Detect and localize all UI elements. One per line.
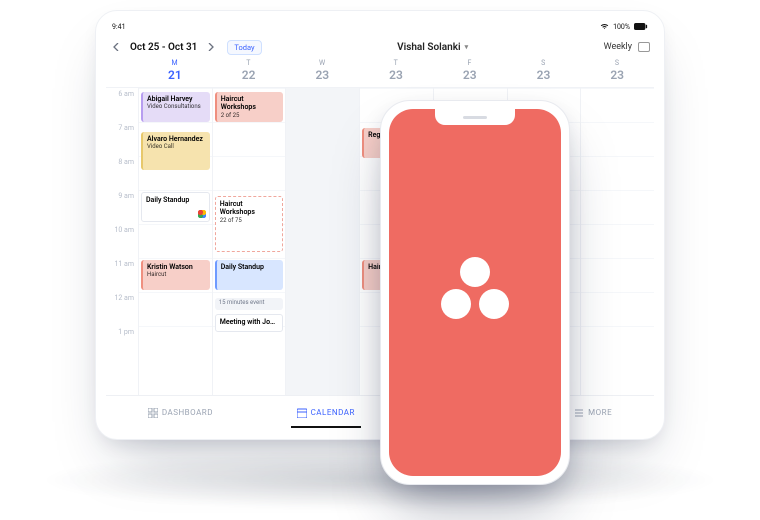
nav-more[interactable]: MORE [568,404,618,422]
event-fifteen[interactable]: 15 minutes event [215,298,284,310]
event-haircut-2[interactable]: Haircut Workshops 22 of 75 [215,196,284,252]
time-gutter: 6 am 7 am 8 am 9 am 10 am 11 am 12 am 1 … [106,88,138,395]
phone-frame [380,100,570,485]
event-kristin[interactable]: Kristin Watson Haircut [141,260,210,290]
chevron-down-icon: ▾ [465,43,469,51]
battery-icon [634,23,648,32]
event-standup-mon[interactable]: Daily Standup [141,192,210,222]
prev-week-button[interactable] [110,40,124,54]
day-header-sat[interactable]: S 23 [507,59,581,87]
statusbar-time: 9:41 [112,23,126,31]
view-mode-label[interactable]: Weekly [604,42,632,52]
tablet-statusbar: 9:41 100% [106,21,654,35]
date-range-label[interactable]: Oct 25 - Oct 31 [130,42,197,53]
event-haircut-1[interactable]: Haircut Workshops 2 of 25 [215,92,284,122]
next-week-button[interactable] [203,40,217,54]
day-headers: M 21 T 22 W 23 T 23 F 23 [106,59,654,87]
phone-notch [435,109,515,125]
day-header-sun[interactable]: S 23 [580,59,654,87]
today-button[interactable]: Today [227,40,261,55]
app-logo-icon [435,253,515,333]
nav-dashboard[interactable]: DASHBOARD [142,404,219,422]
day-column-tue[interactable]: Haircut Workshops 2 of 25 Haircut Worksh… [212,88,286,395]
event-meeting[interactable]: Meeting with Jo… [215,314,284,332]
dashboard-icon [148,408,158,418]
day-header-wed[interactable]: W 23 [285,59,359,87]
day-header-mon[interactable]: M 21 [138,59,212,87]
statusbar-battery: 100% [613,23,630,31]
user-selector[interactable]: Vishal Solanki ▾ [268,42,598,53]
day-header-thu[interactable]: T 23 [359,59,433,87]
day-header-tue[interactable]: T 22 [212,59,286,87]
event-alvaro[interactable]: Alvaro Hernandez Video Call [141,132,210,170]
day-column-wed[interactable]: Day off [285,88,359,395]
menu-icon [574,408,584,418]
event-standup-tue[interactable]: Daily Standup [215,260,284,290]
day-header-fri[interactable]: F 23 [433,59,507,87]
calendar-icon [297,408,307,418]
day-column-mon[interactable]: Abigail Harvey Video Consultations Alvar… [138,88,212,395]
calendar-toolbar: Oct 25 - Oct 31 Today Vishal Solanki ▾ W… [106,35,654,59]
phone-screen [389,109,561,476]
event-abigail[interactable]: Abigail Harvey Video Consultations [141,92,210,122]
view-mode-icon[interactable] [638,42,650,52]
user-name: Vishal Solanki [397,42,460,53]
nav-calendar[interactable]: CALENDAR [291,404,361,422]
day-column-sun[interactable] [580,88,654,395]
wifi-icon [600,23,609,32]
